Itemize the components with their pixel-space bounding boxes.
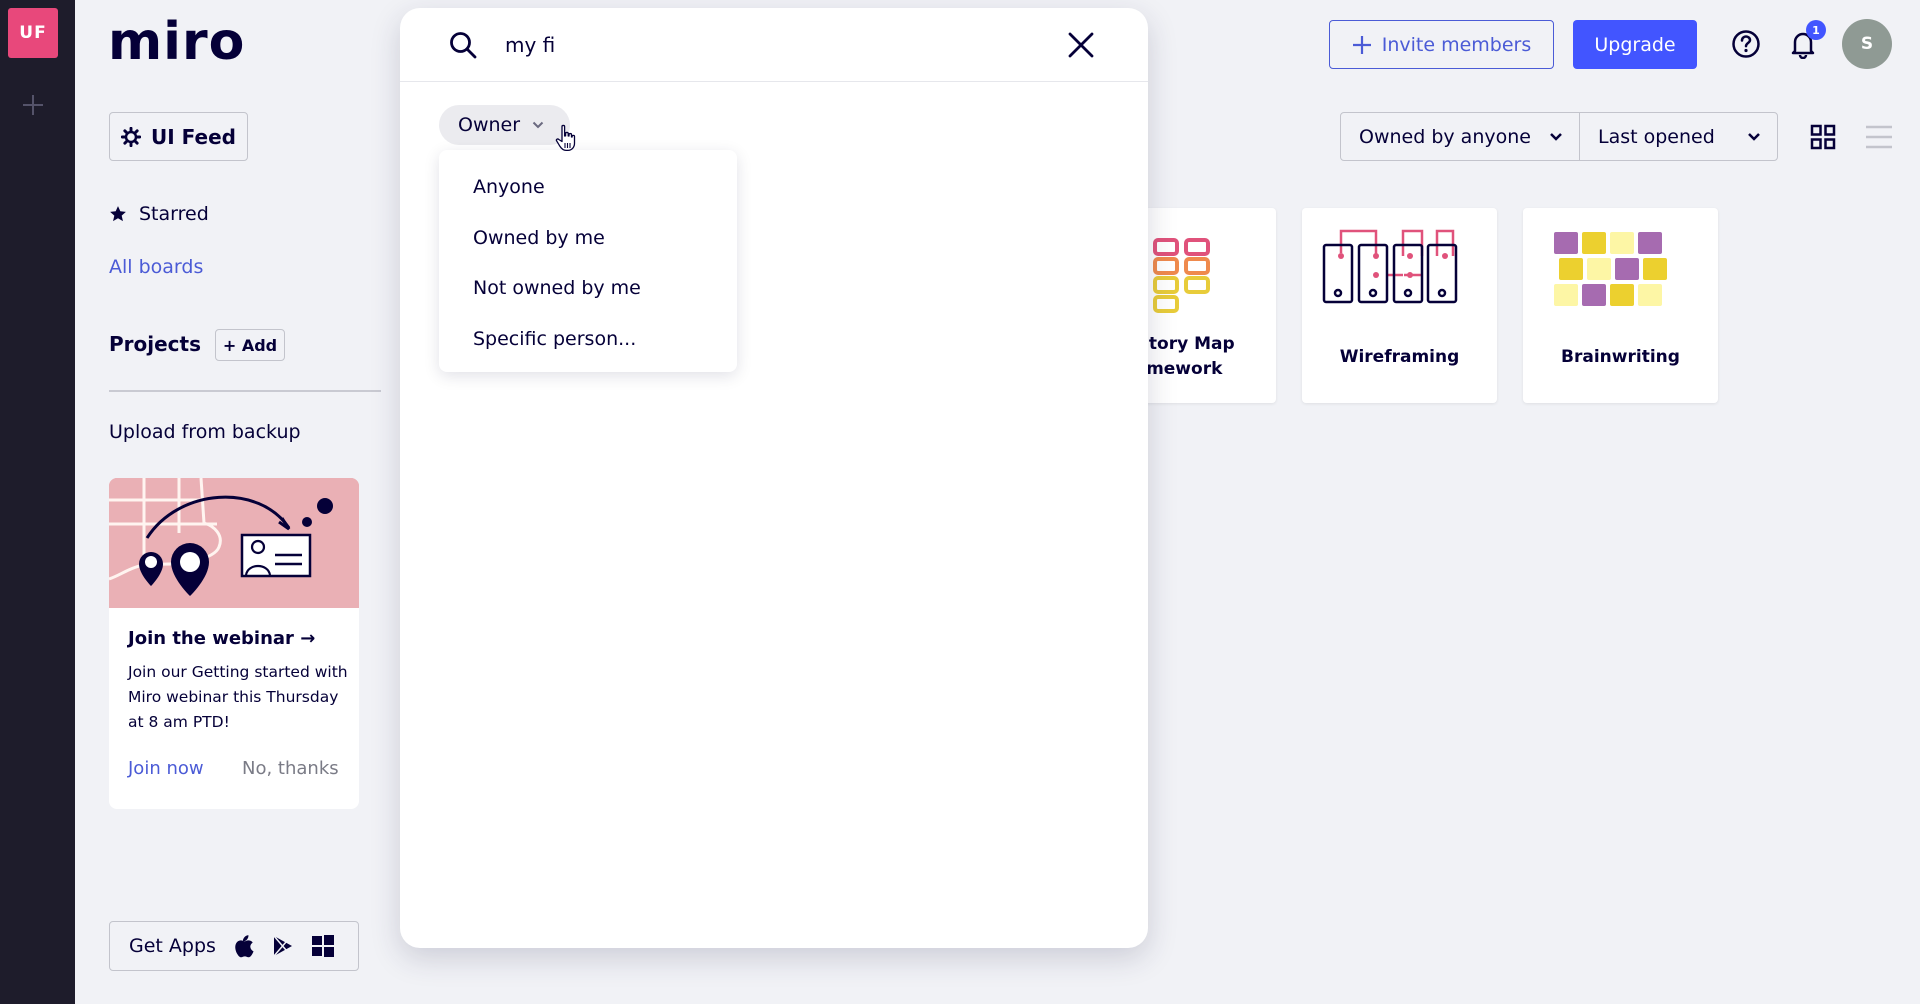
team-name: UI Feed — [151, 124, 236, 149]
join-now-link[interactable]: Join now — [128, 758, 204, 779]
sidebar-item-label: Starred — [139, 203, 209, 225]
list-view-icon[interactable] — [1866, 124, 1892, 150]
board-card-brainwriting[interactable]: Brainwriting — [1523, 208, 1718, 403]
search-input[interactable] — [505, 28, 1005, 62]
chevron-down-icon — [532, 121, 544, 129]
owner-option-not-owned-by-me[interactable]: Not owned by me — [439, 263, 737, 314]
board-title: Brainwriting — [1561, 347, 1680, 367]
star-icon — [110, 206, 126, 222]
owner-filter-menu: Anyone Owned by me Not owned by me Speci… — [439, 150, 737, 372]
owner-option-anyone[interactable]: Anyone — [439, 162, 737, 213]
miro-logo[interactable]: miro — [108, 16, 245, 68]
owner-chip-label: Owner — [458, 114, 521, 136]
hand-pointer-cursor-icon — [555, 124, 576, 152]
invite-members-button[interactable]: Invite members — [1329, 20, 1554, 69]
board-filters: Owned by anyone Last opened — [1340, 112, 1778, 161]
owner-option-specific-person[interactable]: Specific person... — [439, 314, 737, 365]
search-bar — [400, 8, 1148, 82]
gear-icon — [121, 126, 142, 147]
webinar-description: Join our Getting started with Miro webin… — [128, 663, 348, 731]
get-apps-button[interactable]: Get Apps — [109, 921, 359, 971]
sidebar-divider — [109, 390, 381, 392]
user-avatar[interactable]: S — [1842, 19, 1892, 69]
wireframing-thumbnail — [1322, 229, 1458, 304]
plus-icon — [1352, 35, 1371, 54]
chevron-down-icon — [1550, 132, 1562, 141]
close-icon[interactable] — [1066, 30, 1096, 60]
dismiss-webinar-link[interactable]: No, thanks — [242, 758, 339, 779]
invite-label: Invite members — [1381, 33, 1532, 56]
search-icon — [450, 32, 477, 59]
grid-view-icon[interactable] — [1810, 124, 1836, 150]
webinar-illustration — [109, 478, 359, 608]
owner-option-owned-by-me[interactable]: Owned by me — [439, 213, 737, 264]
projects-heading: Projects — [109, 332, 202, 356]
upgrade-button[interactable]: Upgrade — [1573, 20, 1697, 69]
google-play-icon — [270, 933, 296, 959]
sort-select[interactable]: Last opened — [1580, 113, 1777, 160]
brainwriting-thumbnail — [1554, 232, 1667, 306]
add-project-button[interactable]: + Add — [215, 329, 285, 361]
team-rail: UF — [0, 0, 75, 1004]
webinar-title-link[interactable]: Join the webinar → — [128, 628, 315, 649]
get-apps-label: Get Apps — [129, 935, 216, 957]
plus-icon[interactable] — [21, 93, 45, 117]
chevron-down-icon — [1748, 132, 1760, 141]
sidebar-item-all-boards[interactable]: All boards — [109, 256, 203, 278]
upload-from-backup-link[interactable]: Upload from backup — [109, 421, 301, 443]
owner-filter-value: Owned by anyone — [1359, 125, 1531, 148]
sort-value: Last opened — [1598, 125, 1715, 148]
search-modal: Owner Anyone Owned by me Not owned by me… — [400, 8, 1148, 948]
apple-icon — [230, 933, 256, 959]
sidebar-item-starred[interactable]: Starred — [109, 203, 209, 225]
team-settings-button[interactable]: UI Feed — [109, 112, 248, 161]
team-switcher-tile[interactable]: UF — [8, 8, 58, 58]
webinar-promo-card: Join the webinar → Join our Getting star… — [109, 478, 359, 809]
board-title: Wireframing — [1339, 347, 1460, 367]
board-card-wireframing[interactable]: Wireframing — [1302, 208, 1497, 403]
notification-count-badge: 1 — [1806, 20, 1826, 40]
owner-filter-chip[interactable]: Owner — [439, 105, 570, 145]
windows-icon — [310, 933, 336, 959]
help-icon[interactable] — [1731, 29, 1761, 59]
owner-filter-select[interactable]: Owned by anyone — [1341, 113, 1580, 160]
